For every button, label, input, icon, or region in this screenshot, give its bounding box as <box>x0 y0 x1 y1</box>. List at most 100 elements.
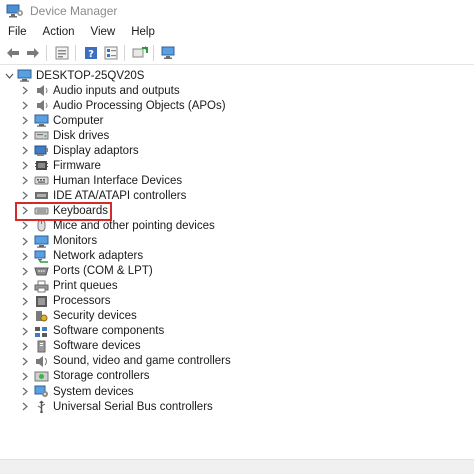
chevron-right-icon[interactable] <box>20 386 30 398</box>
network-icon <box>34 250 49 263</box>
tree-node-label: Universal Serial Bus controllers <box>53 400 213 413</box>
toolbar: ? <box>0 42 474 65</box>
chevron-down-icon[interactable] <box>4 70 14 82</box>
tree-node[interactable]: Human Interface Devices <box>20 173 182 188</box>
tree-node[interactable]: Storage controllers <box>20 369 150 384</box>
chevron-right-icon[interactable] <box>20 370 30 382</box>
chevron-right-icon[interactable] <box>20 145 30 157</box>
sound-icon <box>34 355 49 368</box>
chevron-right-icon[interactable] <box>20 250 30 262</box>
chevron-right-icon[interactable] <box>20 85 30 97</box>
back-arrow-icon <box>7 48 19 58</box>
device-tree: DESKTOP-25QV20S Audio inputs and outputs… <box>0 66 474 458</box>
processor-icon <box>34 295 49 308</box>
software-component-icon <box>34 325 49 338</box>
chevron-right-icon[interactable] <box>20 115 30 127</box>
toolbar-separator <box>46 45 47 61</box>
computer-icon <box>34 114 49 127</box>
tree-root[interactable]: DESKTOP-25QV20S <box>4 68 144 83</box>
tree-node[interactable]: Universal Serial Bus controllers <box>20 399 213 414</box>
tree-node[interactable]: Software devices <box>20 339 141 354</box>
tree-node[interactable]: Disk drives <box>20 128 109 143</box>
monitor-icon <box>34 235 49 248</box>
software-device-icon <box>34 340 49 353</box>
mouse-icon <box>34 219 49 232</box>
port-icon <box>34 265 49 278</box>
toolbar-separator <box>124 45 125 61</box>
chevron-right-icon[interactable] <box>20 130 30 142</box>
firmware-icon <box>34 159 49 172</box>
tree-node[interactable]: Audio Processing Objects (APOs) <box>20 98 226 113</box>
tree-node-label: Processors <box>53 295 111 308</box>
tree-node-label: Mice and other pointing devices <box>53 219 215 232</box>
chevron-right-icon[interactable] <box>20 310 30 322</box>
properties-icon <box>55 46 69 60</box>
menu-view[interactable]: View <box>83 26 124 38</box>
details-button[interactable] <box>102 44 120 62</box>
chevron-right-icon[interactable] <box>20 401 30 413</box>
tree-node[interactable]: Security devices <box>20 309 137 324</box>
svg-text:?: ? <box>88 49 94 60</box>
tree-node-label: Storage controllers <box>53 370 150 383</box>
menu-file[interactable]: File <box>0 26 35 38</box>
tree-node[interactable]: Ports (COM & LPT) <box>20 264 153 279</box>
chevron-right-icon[interactable] <box>20 295 30 307</box>
tree-node-label: Human Interface Devices <box>53 174 183 187</box>
tree-node-label: Audio inputs and outputs <box>53 84 180 97</box>
tree-node-label: System devices <box>53 385 134 398</box>
help-button[interactable]: ? <box>82 44 100 62</box>
menu-action[interactable]: Action <box>35 26 83 38</box>
chevron-right-icon[interactable] <box>20 235 30 247</box>
menu-help[interactable]: Help <box>123 26 163 38</box>
tree-node[interactable]: Software components <box>20 324 164 339</box>
title-bar: Device Manager <box>0 0 474 22</box>
window-title: Device Manager <box>30 4 118 18</box>
speaker-icon <box>34 99 49 112</box>
storage-icon <box>34 370 49 383</box>
tree-node-label: Disk drives <box>53 129 110 142</box>
properties-button[interactable] <box>53 44 71 62</box>
forward-button[interactable] <box>24 44 42 62</box>
display-adapter-icon <box>34 144 49 157</box>
tree-node[interactable]: Firmware <box>20 158 101 173</box>
tree-node-label: Software devices <box>53 340 141 353</box>
chevron-right-icon[interactable] <box>20 220 30 232</box>
chevron-right-icon[interactable] <box>20 340 30 352</box>
desktop-computer-icon <box>17 69 32 82</box>
tree-node-label: Ports (COM & LPT) <box>53 265 153 278</box>
tree-node-label: Computer <box>53 114 104 127</box>
tree-node[interactable]: Monitors <box>20 234 97 249</box>
update-driver-button[interactable] <box>131 44 149 62</box>
tree-node[interactable]: Audio inputs and outputs <box>20 83 180 98</box>
root-label: DESKTOP-25QV20S <box>36 69 145 82</box>
tree-node-label: Security devices <box>53 310 137 323</box>
scan-hardware-button[interactable] <box>160 44 178 62</box>
tree-node[interactable]: System devices <box>20 384 134 399</box>
chevron-right-icon[interactable] <box>20 355 30 367</box>
tree-node-label: Display adaptors <box>53 144 139 157</box>
tree-node-label: Sound, video and game controllers <box>53 355 231 368</box>
tree-node[interactable]: Processors <box>20 294 111 309</box>
tree-node-label: Print queues <box>53 280 118 293</box>
chevron-right-icon[interactable] <box>20 100 30 112</box>
keyboards-highlight-box <box>15 202 112 221</box>
tree-node[interactable]: Display adaptors <box>20 143 139 158</box>
forward-arrow-icon <box>27 48 39 58</box>
help-icon: ? <box>85 47 97 60</box>
horizontal-scrollbar[interactable] <box>0 459 474 474</box>
tree-node[interactable]: Print queues <box>20 279 118 294</box>
device-manager-app-icon <box>6 4 24 18</box>
back-button[interactable] <box>4 44 22 62</box>
chevron-right-icon[interactable] <box>20 190 30 202</box>
tree-node[interactable]: Network adapters <box>20 249 143 264</box>
chevron-right-icon[interactable] <box>20 280 30 292</box>
tree-node-label: Firmware <box>53 159 101 172</box>
tree-node[interactable]: Computer <box>20 113 104 128</box>
chevron-right-icon[interactable] <box>20 175 30 187</box>
tree-node-label: Monitors <box>53 235 98 247</box>
tree-node-label: Audio Processing Objects (APOs) <box>53 99 226 112</box>
chevron-right-icon[interactable] <box>20 265 30 277</box>
tree-node[interactable]: Sound, video and game controllers <box>20 354 231 369</box>
chevron-right-icon[interactable] <box>20 325 30 337</box>
chevron-right-icon[interactable] <box>20 160 30 172</box>
